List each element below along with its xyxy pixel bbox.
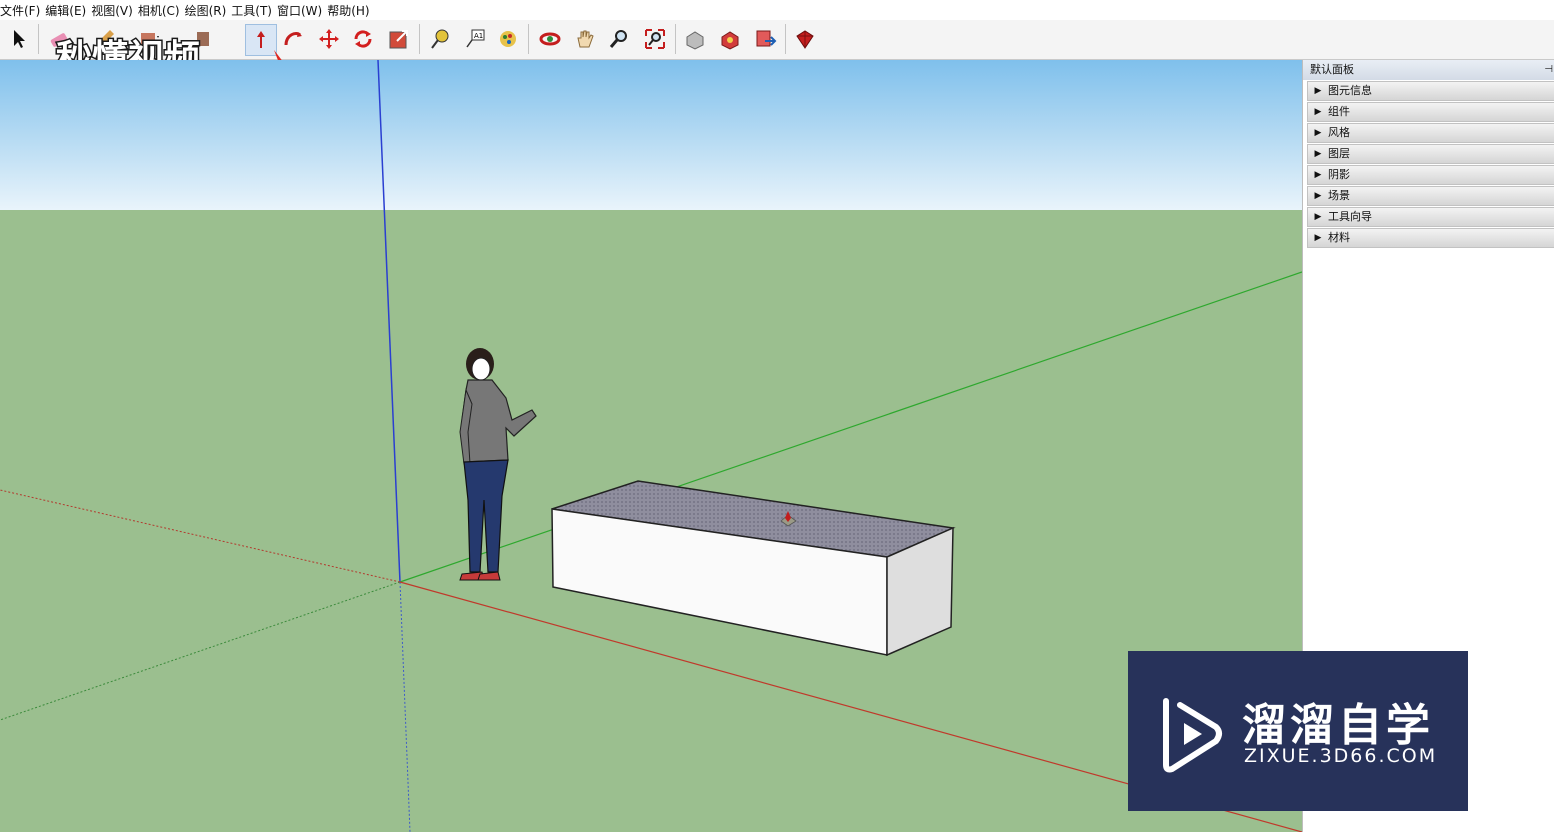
watermark-title: 溜溜自学 bbox=[1242, 700, 1434, 751]
scene-canvas bbox=[0, 60, 1302, 832]
zoom-icon[interactable] bbox=[604, 24, 634, 54]
tray-components[interactable]: ▶ 组件 bbox=[1307, 102, 1554, 122]
svg-text:A1: A1 bbox=[474, 32, 483, 40]
expand-arrow-icon: ▶ bbox=[1314, 128, 1322, 138]
expand-arrow-icon: ▶ bbox=[1314, 212, 1322, 222]
menu-file[interactable]: 文件(F) bbox=[0, 2, 40, 19]
menu-view[interactable]: 视图(V) bbox=[91, 2, 133, 19]
blue-axis bbox=[377, 60, 401, 583]
box-model bbox=[551, 480, 956, 657]
text-icon[interactable]: A1 bbox=[460, 24, 490, 54]
watermark-url: ZIXUE.3D66.COM bbox=[1244, 745, 1438, 767]
move-icon[interactable] bbox=[314, 24, 344, 54]
tray-scenes[interactable]: ▶ 场景 bbox=[1307, 186, 1554, 206]
green-axis-negative bbox=[0, 581, 401, 721]
tray-styles[interactable]: ▶ 风格 bbox=[1307, 123, 1554, 143]
expand-arrow-icon: ▶ bbox=[1314, 191, 1322, 201]
warehouse-icon[interactable] bbox=[680, 24, 710, 54]
tape-measure-icon[interactable] bbox=[425, 24, 455, 54]
menu-tools[interactable]: 工具(T) bbox=[231, 2, 272, 19]
paint-icon[interactable] bbox=[493, 24, 523, 54]
blue-axis-negative bbox=[399, 581, 411, 832]
scale-icon[interactable] bbox=[384, 24, 414, 54]
tray-entity-info[interactable]: ▶ 图元信息 bbox=[1307, 81, 1554, 101]
pin-icon[interactable]: ⊣ bbox=[1544, 60, 1553, 80]
select-icon[interactable] bbox=[4, 24, 34, 54]
pan-icon[interactable] bbox=[570, 24, 600, 54]
orbit-icon[interactable] bbox=[535, 24, 565, 54]
menu-help[interactable]: 帮助(H) bbox=[327, 2, 369, 19]
expand-arrow-icon: ▶ bbox=[1314, 86, 1322, 96]
zixue-watermark: 溜溜自学 ZIXUE.3D66.COM bbox=[1128, 651, 1468, 811]
components-icon[interactable] bbox=[715, 24, 745, 54]
share-model-icon[interactable] bbox=[750, 24, 780, 54]
expand-arrow-icon: ▶ bbox=[1314, 149, 1322, 159]
tray-materials[interactable]: ▶ 材料 bbox=[1307, 228, 1554, 248]
tray-layers[interactable]: ▶ 图层 bbox=[1307, 144, 1554, 164]
extension-warehouse-icon[interactable] bbox=[790, 24, 820, 54]
play-logo-icon bbox=[1163, 698, 1222, 773]
red-axis-negative bbox=[0, 489, 401, 583]
tray-instructor[interactable]: ▶ 工具向导 bbox=[1307, 207, 1554, 227]
rotate-icon[interactable] bbox=[348, 24, 378, 54]
expand-arrow-icon: ▶ bbox=[1314, 107, 1322, 117]
menu-bar: 文件(F) 编辑(E) 视图(V) 相机(C) 绘图(R) 工具(T) 窗口(W… bbox=[0, 0, 1554, 20]
tray-shadows[interactable]: ▶ 阴影 bbox=[1307, 165, 1554, 185]
menu-draw[interactable]: 绘图(R) bbox=[185, 2, 227, 19]
expand-arrow-icon: ▶ bbox=[1314, 170, 1322, 180]
expand-arrow-icon: ▶ bbox=[1314, 233, 1322, 243]
menu-edit[interactable]: 编辑(E) bbox=[45, 2, 86, 19]
panel-title: 默认面板 ⊣ bbox=[1303, 60, 1554, 80]
zoom-extents-icon[interactable] bbox=[640, 24, 670, 54]
menu-camera[interactable]: 相机(C) bbox=[138, 2, 180, 19]
menu-window[interactable]: 窗口(W) bbox=[277, 2, 322, 19]
viewport-3d[interactable] bbox=[0, 60, 1302, 832]
person-figure bbox=[459, 348, 537, 581]
